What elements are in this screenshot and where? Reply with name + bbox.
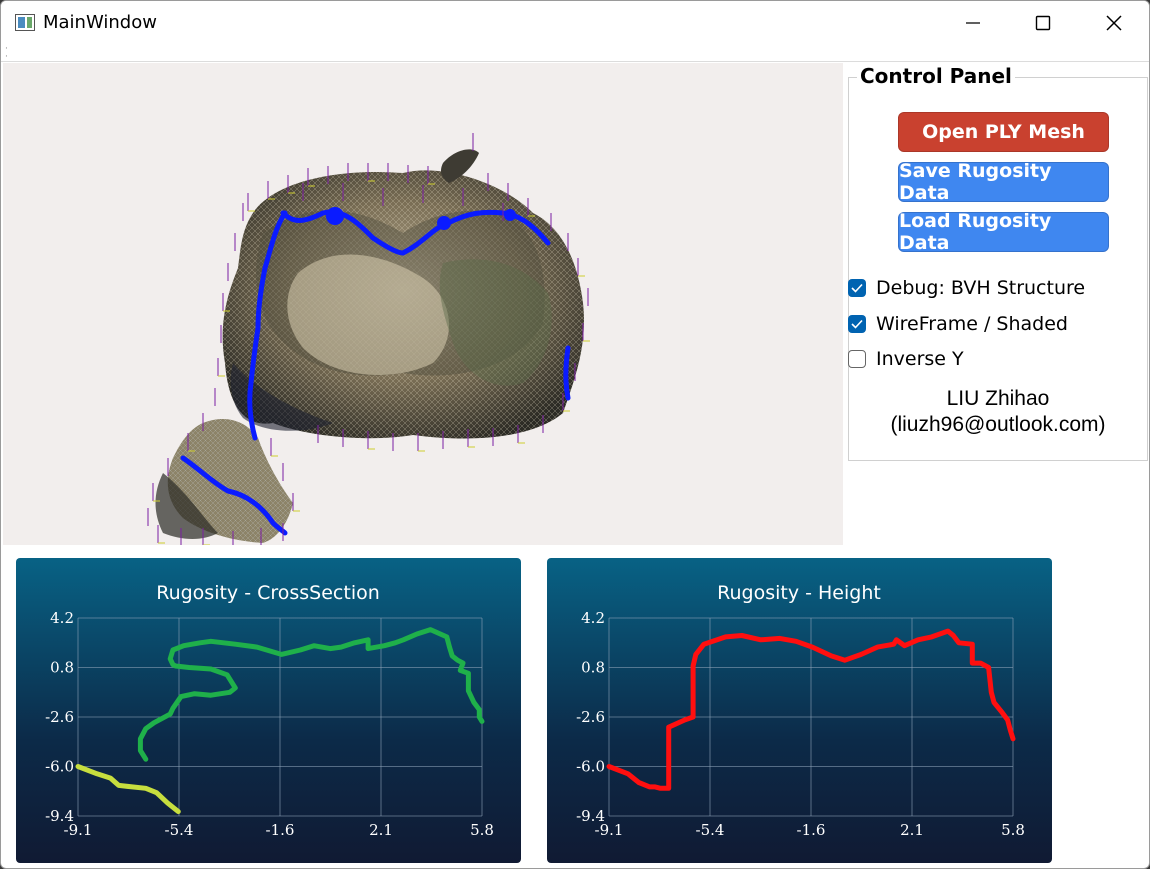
open-ply-mesh-button[interactable]: Open PLY Mesh	[898, 112, 1109, 152]
load-rugosity-data-button[interactable]: Load Rugosity Data	[898, 210, 1109, 254]
checkmark-icon	[851, 319, 863, 329]
checkmark-icon	[851, 283, 863, 293]
x-tick-label: -5.4	[165, 821, 194, 839]
debug-bvh-checkbox-row[interactable]: Debug: BVH Structure	[848, 276, 1085, 300]
toolbar-divider	[1, 61, 1149, 62]
x-tick-label: 2.1	[369, 821, 393, 839]
close-button[interactable]	[1079, 1, 1149, 45]
y-tick-label: 0.8	[50, 659, 74, 677]
debug-bvh-label: Debug: BVH Structure	[876, 277, 1086, 299]
height-chart: Rugosity - Height -9.1 -5.4 -1.6 2.1 5.8 4.2 0.…	[547, 558, 1052, 863]
y-tick-label: 0.8	[581, 659, 605, 677]
inverse-y-checkbox[interactable]	[848, 350, 866, 368]
x-tick-label: -5.4	[696, 821, 725, 839]
chart-title: Rugosity - CrossSection	[156, 582, 380, 604]
control-panel-title: Control Panel	[857, 64, 1015, 88]
main-window: MainWindow · · Control Panel Open PLY Me…	[0, 0, 1150, 869]
series-line	[137, 627, 485, 762]
mesh-viewport[interactable]	[3, 63, 843, 545]
author-name: LIU Zhihao	[946, 387, 1050, 410]
x-tick-label: 5.8	[1001, 821, 1025, 839]
wireframe-label: WireFrame / Shaded	[876, 313, 1068, 335]
y-tick-label: -6.0	[45, 758, 74, 776]
inverse-y-checkbox-row[interactable]: Inverse Y	[848, 347, 964, 371]
window-title: MainWindow	[43, 12, 157, 33]
wireframe-checkbox-row[interactable]: WireFrame / Shaded	[848, 312, 1068, 336]
minimize-icon	[966, 22, 980, 24]
wireframe-checkbox[interactable]	[848, 315, 866, 333]
minimize-button[interactable]	[938, 1, 1008, 45]
chart-title: Rugosity - Height	[717, 582, 881, 604]
y-tick-label: -9.4	[576, 807, 605, 825]
close-icon	[1106, 15, 1122, 31]
x-tick-label: 5.8	[470, 821, 494, 839]
x-tick-label: 2.1	[900, 821, 924, 839]
maximize-icon	[1035, 15, 1051, 31]
app-icon	[15, 14, 35, 31]
y-tick-label: -6.0	[576, 758, 605, 776]
save-rugosity-data-button[interactable]: Save Rugosity Data	[898, 160, 1109, 204]
toolbar-grip[interactable]: · ·	[5, 45, 8, 62]
crosssection-chart: Rugosity - CrossSection -9.1 -5.4 -1.6 2.1 5.…	[16, 558, 521, 863]
debug-bvh-checkbox[interactable]	[848, 279, 866, 297]
title-bar: MainWindow	[1, 1, 1149, 45]
y-tick-label: 4.2	[581, 609, 605, 627]
author-email: (liuzh96@outlook.com)	[890, 413, 1106, 436]
maximize-button[interactable]	[1008, 1, 1078, 45]
y-tick-label: -2.6	[576, 708, 605, 726]
series-line	[75, 764, 181, 815]
mesh-render[interactable]	[3, 63, 843, 545]
crosssection-chart-svg: Rugosity - CrossSection-9.1 -5.4 -1.6 2.1 5.…	[45, 582, 494, 839]
y-tick-label: -9.4	[45, 807, 74, 825]
y-tick-label: -2.6	[45, 708, 74, 726]
inverse-y-label: Inverse Y	[876, 348, 964, 370]
height-chart-svg: Rugosity - Height-9.1 -5.4 -1.6 2.1 5.84.20.…	[576, 582, 1025, 839]
y-tick-label: 4.2	[50, 609, 74, 627]
x-tick-label: -1.6	[266, 821, 295, 839]
x-tick-label: -1.6	[797, 821, 826, 839]
